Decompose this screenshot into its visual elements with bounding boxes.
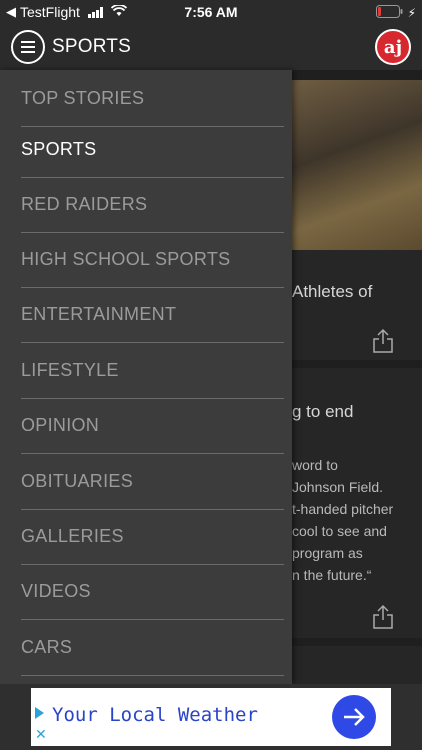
share-icon[interactable]: [372, 328, 394, 354]
excerpt-line: cool to see and: [292, 523, 387, 539]
nav-item-label: TOP STORIES: [21, 88, 145, 108]
share-icon[interactable]: [372, 604, 394, 630]
ad-content[interactable]: ✕ Your Local Weather: [31, 688, 391, 746]
excerpt-line: Johnson Field.: [292, 479, 384, 495]
article-excerpt: word to Johnson Field. t-handed pitcher …: [292, 454, 412, 586]
nav-item-red-raiders[interactable]: RED RAIDERS: [21, 178, 284, 233]
excerpt-line: t-handed pitcher: [292, 501, 394, 517]
navigation-drawer: TOP STORIES SPORTS RED RAIDERS HIGH SCHO…: [0, 70, 292, 684]
excerpt-line: n the future.“: [292, 567, 372, 583]
article-title: Athletes of: [292, 282, 373, 301]
nav-item-videos[interactable]: VIDEOS: [21, 565, 284, 620]
nav-item-label: OBITUARIES: [21, 471, 134, 491]
app-header: SPORTS aj: [0, 24, 422, 70]
nav-item-cars[interactable]: CARS: [21, 621, 284, 676]
excerpt-line: program as: [292, 545, 363, 561]
arrow-right-icon[interactable]: [332, 695, 376, 739]
nav-item-lifestyle[interactable]: LIFESTYLE: [21, 344, 284, 399]
excerpt-line: word to: [292, 457, 338, 473]
nav-item-label: OPINION: [21, 415, 100, 435]
brand-logo[interactable]: aj: [375, 29, 411, 65]
nav-item-label: GALLERIES: [21, 526, 124, 546]
nav-item-label: ENTERTAINMENT: [21, 304, 177, 324]
nav-item-label: RED RAIDERS: [21, 194, 148, 214]
nav-item-label: VIDEOS: [21, 581, 91, 601]
charging-bolt-icon: ⚡: [407, 6, 416, 20]
ad-headline[interactable]: Your Local Weather: [52, 704, 258, 726]
status-bar: ◀ TestFlight 7:56 AM ⚡: [0, 0, 422, 24]
nav-item-label: LIFESTYLE: [21, 360, 119, 380]
page-title: SPORTS: [52, 36, 131, 57]
battery-icon: [375, 5, 404, 21]
nav-item-label: HIGH SCHOOL SPORTS: [21, 249, 231, 269]
hamburger-menu-icon[interactable]: [11, 30, 45, 64]
nav-item-entertainment[interactable]: ENTERTAINMENT: [21, 288, 284, 343]
status-time: 7:56 AM: [184, 4, 238, 20]
nav-item-obituaries[interactable]: OBITUARIES: [21, 455, 284, 510]
nav-item-galleries[interactable]: GALLERIES: [21, 510, 284, 565]
nav-item-sports[interactable]: SPORTS: [21, 123, 284, 178]
close-icon[interactable]: ✕: [35, 726, 47, 743]
article-title: g to end: [292, 402, 354, 421]
nav-item-top-stories[interactable]: TOP STORIES: [21, 72, 284, 127]
nav-item-opinion[interactable]: OPINION: [21, 399, 284, 454]
ad-banner: ✕ Your Local Weather: [0, 684, 422, 750]
nav-item-label: CARS: [21, 637, 73, 657]
nav-item-high-school-sports[interactable]: HIGH SCHOOL SPORTS: [21, 233, 284, 288]
nav-item-label: SPORTS: [21, 139, 97, 159]
status-right: ⚡: [375, 5, 416, 21]
ad-choices-icon[interactable]: [35, 707, 44, 719]
